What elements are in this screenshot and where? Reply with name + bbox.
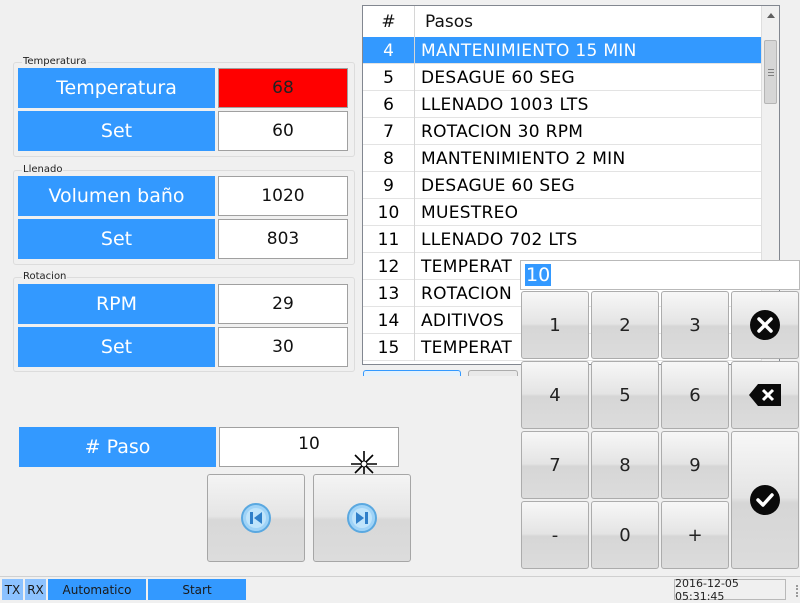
table-row[interactable]: 10 MUESTREO [363, 199, 762, 226]
status-bar: TX RX Automatico Start 2016-12-05 05:31:… [0, 576, 800, 603]
column-header-pasos[interactable]: Pasos [425, 6, 473, 37]
temperatura-set-label: Set [18, 111, 215, 151]
key-6[interactable]: 6 [661, 361, 729, 429]
backspace-button[interactable] [731, 361, 799, 429]
step-name: TEMPERAT [421, 256, 513, 277]
step-number: 4 [363, 37, 415, 64]
group-title: Llenado [22, 164, 64, 175]
step-name: MUESTREO [421, 202, 519, 223]
key-5[interactable]: 5 [591, 361, 659, 429]
step-name: ADITIVOS [421, 310, 505, 331]
backspace-icon [749, 384, 781, 406]
keypad-display[interactable]: 10 [520, 260, 800, 290]
volumen-label: Volumen baño [18, 176, 215, 216]
step-name: DESAGUE 60 SEG [421, 67, 575, 88]
step-number: 12 [363, 253, 415, 280]
tx-indicator: TX [2, 579, 23, 600]
list-button-2[interactable] [468, 370, 518, 376]
table-row[interactable]: 8 MANTENIMIENTO 2 MIN [363, 145, 762, 172]
step-number: 10 [363, 199, 415, 226]
llenado-set-label: Set [18, 219, 215, 259]
step-name: MANTENIMIENTO 2 MIN [421, 148, 626, 169]
confirm-icon [750, 485, 780, 515]
last-step-button[interactable] [313, 474, 411, 562]
datetime-display: 2016-12-05 05:31:45 [674, 577, 786, 603]
step-name: ROTACION 30 RPM [421, 121, 584, 142]
rotacion-set-value[interactable]: 30 [218, 327, 348, 367]
step-number: 8 [363, 145, 415, 172]
llenado-set-value[interactable]: 803 [218, 219, 348, 259]
group-title: Temperatura [22, 56, 88, 67]
key-1[interactable]: 1 [521, 291, 589, 359]
key-plus[interactable]: + [661, 501, 729, 569]
step-number: 15 [363, 334, 415, 361]
clear-button[interactable] [731, 291, 799, 359]
key-3[interactable]: 3 [661, 291, 729, 359]
step-name: LLENADO 1003 LTS [421, 94, 589, 115]
resize-grip[interactable] [788, 585, 798, 597]
key-minus[interactable]: - [521, 501, 589, 569]
rpm-value: 29 [218, 284, 348, 324]
temperatura-set-value[interactable]: 60 [218, 111, 348, 151]
keypad-display-value: 10 [525, 264, 552, 286]
temperatura-value: 68 [218, 68, 348, 108]
rx-indicator: RX [25, 579, 46, 600]
key-2[interactable]: 2 [591, 291, 659, 359]
step-name: LLENADO 702 LTS [421, 229, 578, 250]
start-button[interactable]: Start [148, 579, 246, 600]
rpm-label: RPM [18, 284, 215, 324]
step-name: MANTENIMIENTO 15 MIN [421, 40, 637, 61]
temperatura-label: Temperatura [18, 68, 215, 108]
key-0[interactable]: 0 [591, 501, 659, 569]
table-row[interactable]: 7 ROTACION 30 RPM [363, 118, 762, 145]
last-step-icon [347, 503, 377, 533]
confirm-button[interactable] [731, 431, 799, 569]
key-9[interactable]: 9 [661, 431, 729, 499]
key-7[interactable]: 7 [521, 431, 589, 499]
table-row[interactable]: 5 DESAGUE 60 SEG [363, 64, 762, 91]
step-number: 14 [363, 307, 415, 334]
key-4[interactable]: 4 [521, 361, 589, 429]
rotacion-set-label: Set [18, 327, 215, 367]
mode-status: Automatico [48, 579, 146, 600]
scroll-thumb[interactable] [764, 40, 777, 104]
step-number: 9 [363, 172, 415, 199]
step-number: 5 [363, 64, 415, 91]
scroll-up-icon[interactable] [762, 8, 780, 24]
list-button-1[interactable] [363, 370, 461, 376]
volumen-value: 1020 [218, 176, 348, 216]
step-name: ROTACION [421, 283, 512, 304]
key-8[interactable]: 8 [591, 431, 659, 499]
table-row[interactable]: 11 LLENADO 702 LTS [363, 226, 762, 253]
table-row[interactable]: 4 MANTENIMIENTO 15 MIN [363, 37, 762, 64]
paso-label: # Paso [19, 427, 216, 467]
step-number: 6 [363, 91, 415, 118]
step-name: DESAGUE 60 SEG [421, 175, 575, 196]
step-number: 11 [363, 226, 415, 253]
table-row[interactable]: 6 LLENADO 1003 LTS [363, 91, 762, 118]
step-name: TEMPERAT [421, 337, 513, 358]
column-header-number[interactable]: # [363, 6, 415, 37]
table-row[interactable]: 9 DESAGUE 60 SEG [363, 172, 762, 199]
clear-icon [750, 310, 780, 340]
first-step-icon [241, 503, 271, 533]
group-title: Rotacion [22, 271, 68, 282]
step-number: 13 [363, 280, 415, 307]
first-step-button[interactable] [207, 474, 305, 562]
step-number: 7 [363, 118, 415, 145]
